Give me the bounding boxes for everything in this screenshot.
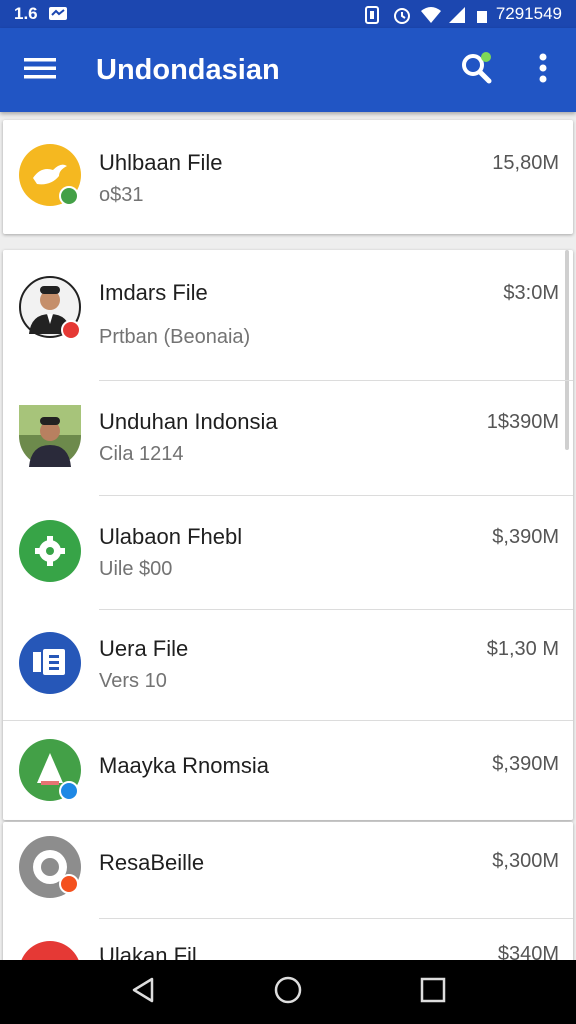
list-item[interactable]: Maayka Rnomsia $,390M (3, 721, 573, 820)
list-item[interactable]: Imdars File Prtban (Beonaia) $3:0M (3, 250, 573, 380)
item-size: $,300M (492, 850, 559, 872)
message-icon (48, 6, 68, 22)
recents-button[interactable] (403, 962, 463, 1022)
item-subtitle: Cila 1214 (99, 443, 184, 465)
list-item[interactable]: Uhlbaan File o$31 15,80M (3, 120, 573, 234)
item-subtitle: Uile $00 (99, 558, 173, 580)
item-title: Imdars File (99, 280, 208, 305)
more-files-card: ResaBeille $,300M Ulakan Fil $340M (3, 822, 573, 972)
badge-icon (59, 874, 79, 894)
document-app-icon (19, 632, 81, 694)
menu-button[interactable] (0, 28, 80, 112)
item-title: Unduhan Indonsia (99, 409, 278, 434)
item-title: Maayka Rnomsia (99, 753, 269, 778)
list-item[interactable]: ResaBeille $,300M (3, 822, 573, 918)
item-size: $1,30 M (486, 638, 559, 660)
badge-icon (59, 781, 79, 801)
gear-app-icon (19, 520, 81, 582)
menu-icon (24, 56, 56, 85)
wifi-icon (420, 6, 441, 23)
files-card: Imdars File Prtban (Beonaia) $3:0M Unduh… (3, 250, 573, 820)
item-size: $,390M (492, 526, 559, 548)
status-bar: 1.6 7291549 (0, 0, 576, 28)
item-title: Uhlbaan File (99, 150, 223, 175)
back-button[interactable] (113, 962, 173, 1022)
item-title: Uera File (99, 636, 189, 661)
triangle-app-icon (19, 739, 81, 801)
status-left-text: 1.6 (14, 4, 38, 23)
item-size: 15,80M (492, 152, 559, 174)
signal-icon (448, 6, 468, 23)
back-icon (130, 976, 156, 1009)
featured-card: Uhlbaan File o$31 15,80M (3, 120, 573, 234)
recents-icon (420, 977, 446, 1008)
person-photo (19, 405, 81, 467)
list-item[interactable]: Uera File Vers 10 $1,30 M (3, 610, 573, 720)
list-item[interactable]: Ulabaon Fhebl Uile $00 $,390M (3, 496, 573, 610)
battery-icon (476, 6, 488, 23)
alarm-icon (392, 6, 412, 24)
navigation-bar (0, 960, 576, 1024)
badge-icon (61, 320, 81, 340)
item-title: ResaBeille (99, 850, 205, 875)
app-title: Undondasian (96, 53, 280, 86)
item-size: 1$390M (486, 411, 559, 433)
badge-icon (59, 186, 79, 206)
status-right-text: 7291549 (495, 4, 562, 23)
item-size: $3:0M (503, 282, 559, 304)
search-icon (460, 51, 494, 90)
list-item[interactable]: Unduhan Indonsia Cila 1214 1$390M (3, 381, 573, 495)
home-button[interactable] (258, 962, 318, 1022)
item-subtitle: Prtban (Beonaia) (99, 326, 251, 348)
person-photo (19, 276, 81, 340)
item-subtitle: o$31 (99, 184, 144, 206)
item-title: Ulabaon Fhebl (99, 524, 243, 549)
sim-icon (364, 6, 384, 24)
more-vert-icon (538, 53, 548, 88)
bird-app-icon (19, 144, 81, 206)
circle-app-icon (19, 836, 81, 898)
item-size: $,390M (492, 753, 559, 775)
more-options-button[interactable] (510, 28, 576, 112)
home-icon (273, 975, 303, 1010)
item-subtitle: Vers 10 (99, 670, 167, 692)
app-bar: Undondasian (0, 28, 576, 112)
search-button[interactable] (444, 28, 510, 112)
